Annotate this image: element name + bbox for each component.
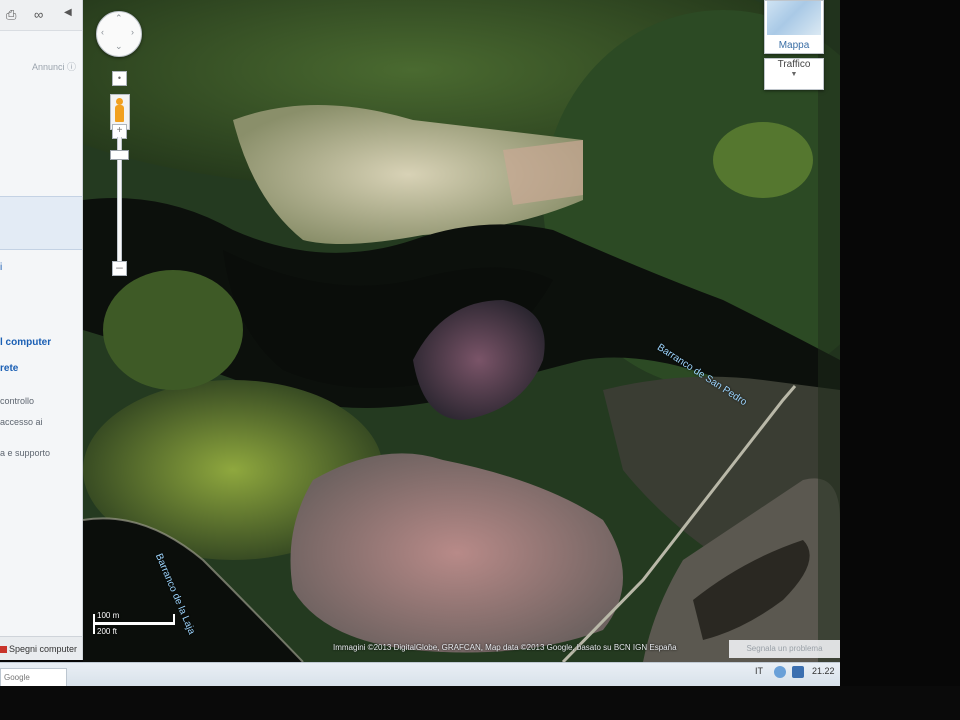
collapse-icon[interactable]: ◀	[64, 7, 72, 18]
screen: ⎙ ∞ ◀ Annunci ⓘ i l computer rete contro…	[0, 0, 960, 720]
map-attribution: Immagini ©2013 DigitalGlobe, GRAFCAN, Ma…	[333, 643, 677, 652]
search-input[interactable]: Google	[0, 668, 67, 688]
pan-control[interactable]: ⌃ ⌄ ‹ ›	[96, 11, 142, 57]
zoom-slider-thumb[interactable]	[110, 150, 129, 160]
volume-icon[interactable]	[792, 666, 804, 678]
sidebar: ⎙ ∞ ◀ Annunci ⓘ i l computer rete contro…	[0, 0, 83, 660]
traffic-label: Traffico	[777, 59, 811, 70]
sidebar-text-2[interactable]: accesso ai	[0, 417, 43, 427]
sidebar-toolbar: ⎙ ∞ ◀	[0, 0, 82, 31]
satellite-imagery	[83, 0, 840, 662]
sidebar-text-3[interactable]: a e supporto	[0, 448, 50, 458]
pan-right-icon[interactable]: ›	[131, 27, 134, 37]
printer-icon[interactable]: ⎙	[6, 7, 16, 23]
ads-label: Annunci ⓘ	[31, 62, 76, 72]
pan-up-icon[interactable]: ⌃	[115, 13, 123, 24]
power-icon	[0, 646, 7, 654]
clock[interactable]: 21.22	[812, 666, 835, 676]
chevron-down-icon: ▼	[790, 71, 798, 78]
scale-metric-label: 100 m	[97, 611, 120, 620]
zoom-out-button[interactable]: –	[112, 261, 127, 276]
sidebar-highlight-panel	[0, 196, 82, 250]
scale-imperial-label: 200 ft	[97, 627, 118, 636]
shutdown-button[interactable]: Spegni computer	[0, 636, 82, 660]
scale-bar	[93, 622, 175, 625]
network-icon[interactable]	[774, 666, 786, 678]
sidebar-link-1[interactable]: i	[0, 262, 2, 273]
map-scale: 100 m 200 ft	[91, 611, 181, 642]
language-indicator[interactable]: IT	[755, 666, 763, 676]
shutdown-label: Spegni computer	[9, 644, 78, 654]
monitor-bezel	[0, 686, 960, 720]
pan-down-icon[interactable]: ⌄	[115, 41, 123, 52]
map-type-button[interactable]: Mappa	[764, 0, 824, 54]
satellite-map[interactable]: ⌃ ⌄ ‹ › • + – Mappa Traffico ▼ Barranco …	[83, 0, 840, 662]
taskbar	[0, 662, 840, 687]
zoom-rotate-button[interactable]: •	[112, 71, 127, 86]
sidebar-link-network[interactable]: rete	[0, 363, 18, 374]
info-icon[interactable]: ⓘ	[67, 62, 76, 72]
map-type-label: Mappa	[778, 40, 810, 51]
scale-tick-start	[93, 614, 95, 634]
pan-left-icon[interactable]: ‹	[101, 27, 104, 37]
sidebar-link-computer[interactable]: l computer	[0, 337, 51, 348]
sidebar-text-1[interactable]: controllo	[0, 396, 34, 406]
scale-tick-end	[173, 614, 175, 623]
link-icon[interactable]: ∞	[34, 7, 43, 22]
traffic-button[interactable]: Traffico ▼	[764, 58, 824, 90]
map-thumbnail-icon	[767, 1, 821, 35]
report-problem-link[interactable]: Segnala un problema	[729, 640, 840, 658]
